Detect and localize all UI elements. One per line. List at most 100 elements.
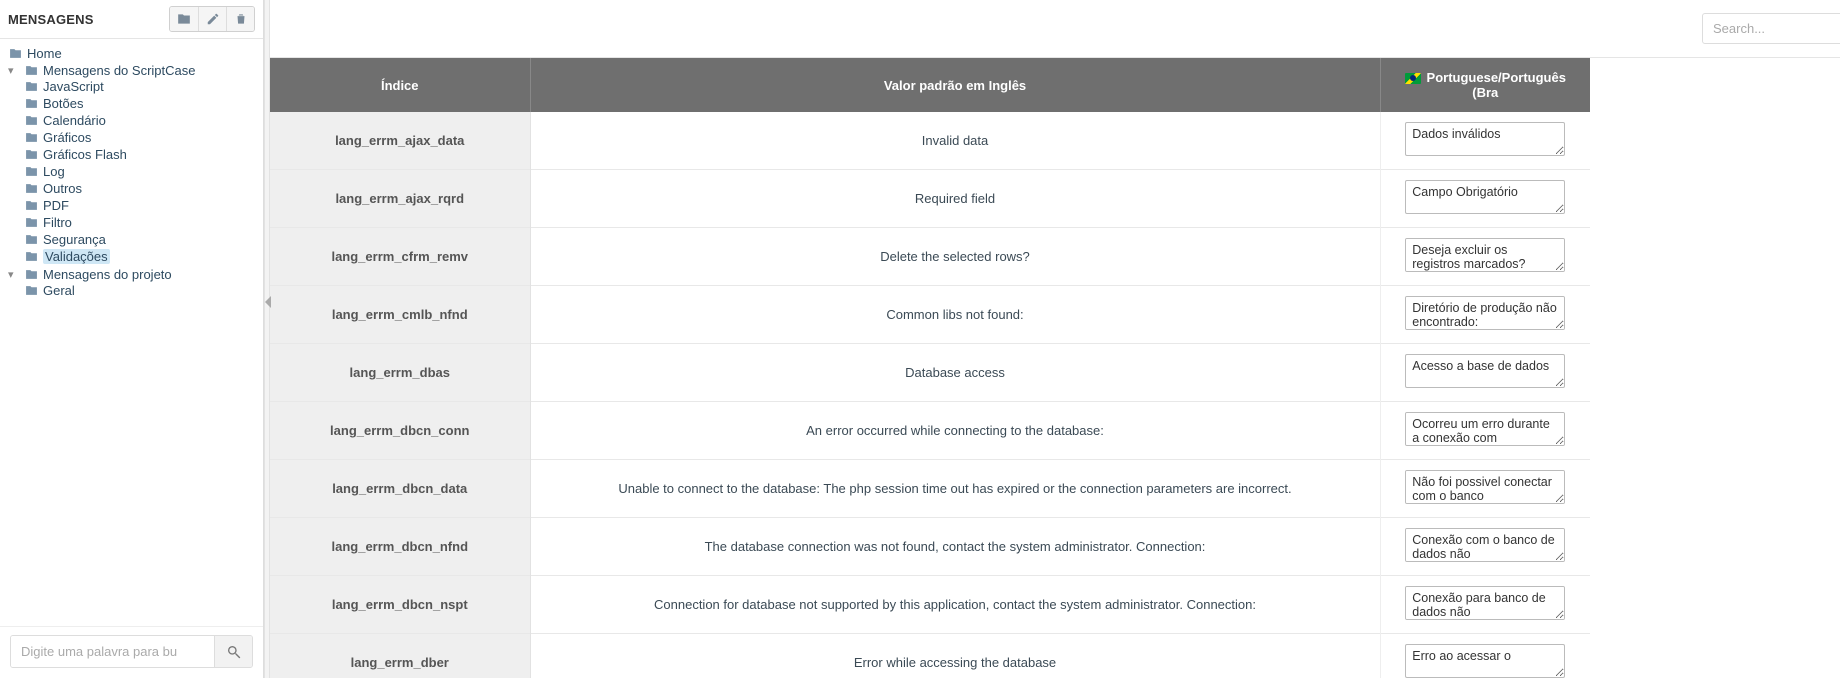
tree: Home▾Mensagens do ScriptCaseJavaScriptBo…: [0, 39, 263, 626]
translation-input[interactable]: [1405, 586, 1565, 620]
col-index: Índice: [270, 58, 530, 112]
folder-icon: [24, 284, 39, 297]
translation-input[interactable]: [1405, 644, 1565, 678]
trash-icon: [234, 12, 248, 26]
translation-input[interactable]: [1405, 528, 1565, 562]
translation-input[interactable]: [1405, 354, 1565, 388]
tree-node-label: Filtro: [43, 215, 72, 230]
sidebar: MENSAGENS Home▾Mensagens do ScriptCaseJa…: [0, 0, 264, 678]
tree-node-label: Botões: [43, 96, 83, 111]
tree-node[interactable]: Geral: [24, 283, 259, 298]
tree-node[interactable]: PDF: [24, 198, 259, 213]
folder-icon: [24, 114, 39, 127]
tree-node-label: JavaScript: [43, 79, 104, 94]
tree-node[interactable]: Filtro: [24, 215, 259, 230]
tree-node[interactable]: Home: [8, 46, 259, 61]
folder-icon: [24, 216, 39, 229]
cell-index: lang_errm_dbcn_conn: [270, 402, 530, 460]
tree-node[interactable]: Calendário: [24, 113, 259, 128]
sidebar-title: MENSAGENS: [8, 12, 94, 27]
table-search-input[interactable]: [1702, 13, 1840, 44]
tree-node-label: Mensagens do ScriptCase: [43, 63, 195, 78]
tree-node[interactable]: Validações: [24, 249, 259, 264]
flag-icon: [1405, 73, 1421, 84]
tree-node-label: Home: [27, 46, 62, 61]
tree-node[interactable]: ▾ Mensagens do projeto: [8, 267, 259, 282]
tree-search: [10, 635, 253, 668]
tree-node-label: Mensagens do projeto: [43, 267, 172, 282]
translation-input[interactable]: [1405, 238, 1565, 272]
folder-icon: [24, 80, 39, 93]
cell-translation: [1380, 170, 1590, 228]
search-icon: [226, 644, 242, 660]
translation-input[interactable]: [1405, 122, 1565, 156]
cell-translation: [1380, 518, 1590, 576]
tree-node[interactable]: Gráficos Flash: [24, 147, 259, 162]
tree-node[interactable]: JavaScript: [24, 79, 259, 94]
table-row: lang_errm_dbcn_connAn error occurred whi…: [270, 402, 1590, 460]
folder-icon: [24, 199, 39, 212]
table-row: lang_errm_ajax_rqrdRequired field: [270, 170, 1590, 228]
table-row: lang_errm_dbasDatabase access: [270, 344, 1590, 402]
sidebar-header: MENSAGENS: [0, 0, 263, 39]
tree-node-label: Gráficos Flash: [43, 147, 127, 162]
tree-node[interactable]: Gráficos: [24, 130, 259, 145]
cell-index: lang_errm_dbas: [270, 344, 530, 402]
cell-default: Common libs not found:: [530, 286, 1380, 344]
translation-input[interactable]: [1405, 470, 1565, 504]
cell-index: lang_errm_dbcn_nfnd: [270, 518, 530, 576]
cell-default: Invalid data: [530, 112, 1380, 170]
table-row: lang_errm_dbcn_nsptConnection for databa…: [270, 576, 1590, 634]
tree-node-label: Log: [43, 164, 65, 179]
folder-icon: [24, 182, 39, 195]
cell-index: lang_errm_dber: [270, 634, 530, 678]
table-row: lang_errm_cfrm_remvDelete the selected r…: [270, 228, 1590, 286]
delete-button[interactable]: [226, 7, 254, 31]
cell-translation: [1380, 402, 1590, 460]
sidebar-footer: [0, 626, 263, 678]
table-row: lang_errm_ajax_dataInvalid data: [270, 112, 1590, 170]
tree-node-label: Segurança: [43, 232, 106, 247]
cell-index: lang_errm_ajax_data: [270, 112, 530, 170]
translation-input[interactable]: [1405, 296, 1565, 330]
edit-button[interactable]: [198, 7, 226, 31]
table-row: lang_errm_dberError while accessing the …: [270, 634, 1590, 678]
col-default: Valor padrão em Inglês: [530, 58, 1380, 112]
folder-icon: [24, 131, 39, 144]
main: Índice Valor padrão em Inglês Portuguese…: [270, 0, 1840, 678]
tree-node[interactable]: Outros: [24, 181, 259, 196]
table-row: lang_errm_dbcn_nfndThe database connecti…: [270, 518, 1590, 576]
table-wrap[interactable]: Índice Valor padrão em Inglês Portuguese…: [270, 58, 1840, 678]
folder-icon: [24, 250, 39, 263]
cell-default: Unable to connect to the database: The p…: [530, 460, 1380, 518]
folder-icon: [24, 233, 39, 246]
cell-index: lang_errm_dbcn_data: [270, 460, 530, 518]
translation-input[interactable]: [1405, 412, 1565, 446]
tree-node[interactable]: Log: [24, 164, 259, 179]
cell-default: Error while accessing the database: [530, 634, 1380, 678]
cell-index: lang_errm_dbcn_nspt: [270, 576, 530, 634]
tree-node[interactable]: Botões: [24, 96, 259, 111]
table-row: lang_errm_cmlb_nfndCommon libs not found…: [270, 286, 1590, 344]
tree-node-label: Validações: [43, 249, 110, 264]
tree-node[interactable]: ▾Mensagens do ScriptCase: [8, 63, 259, 78]
chevron-down-icon: ▾: [8, 268, 20, 281]
cell-default: Required field: [530, 170, 1380, 228]
translation-input[interactable]: [1405, 180, 1565, 214]
tree-node[interactable]: Segurança: [24, 232, 259, 247]
new-folder-button[interactable]: [170, 7, 198, 31]
folder-icon: [24, 165, 39, 178]
pencil-icon: [206, 12, 220, 26]
tree-node-label: PDF: [43, 198, 69, 213]
tree-search-button[interactable]: [214, 636, 252, 667]
tree-search-input[interactable]: [11, 636, 214, 667]
cell-translation: [1380, 112, 1590, 170]
cell-index: lang_errm_cfrm_remv: [270, 228, 530, 286]
folder-icon: [24, 97, 39, 110]
cell-index: lang_errm_ajax_rqrd: [270, 170, 530, 228]
cell-translation: [1380, 286, 1590, 344]
folder-icon: [24, 268, 39, 281]
topbar: [270, 0, 1840, 58]
folder-icon: [177, 12, 191, 26]
table-row: lang_errm_dbcn_dataUnable to connect to …: [270, 460, 1590, 518]
